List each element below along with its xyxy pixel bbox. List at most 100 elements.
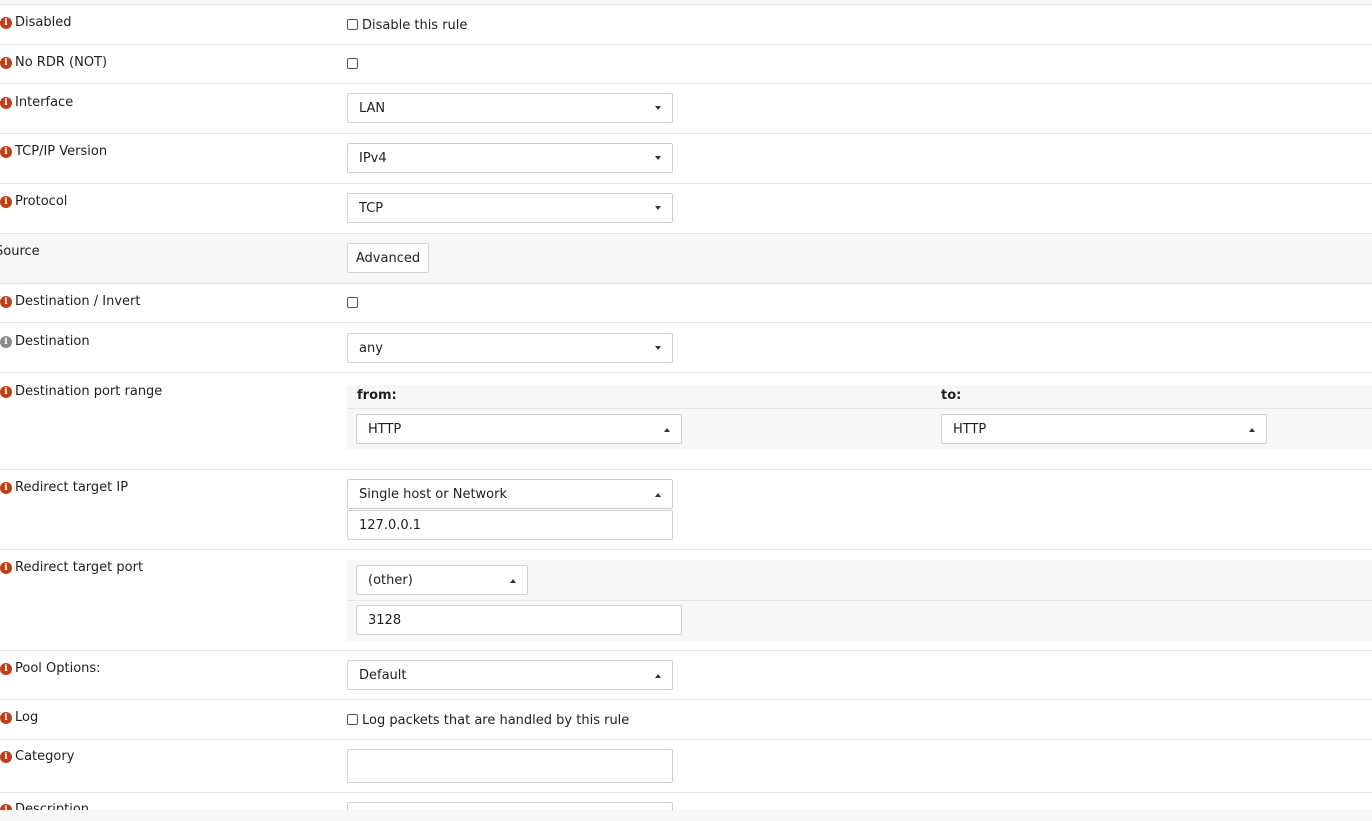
label-text: Interface xyxy=(15,95,74,110)
port-from-label: from: xyxy=(357,388,397,403)
chevron-up-icon xyxy=(664,428,670,432)
row-log: i Log Log packets that are handled by th… xyxy=(0,700,1372,740)
label-no-rdr: i No RDR (NOT) xyxy=(0,55,107,70)
row-protocol: i Protocol TCP xyxy=(0,184,1372,234)
disable-rule-checkbox[interactable] xyxy=(347,19,358,30)
info-icon[interactable]: i xyxy=(0,481,12,494)
row-redirect-target-ip: i Redirect target IP Single host or Netw… xyxy=(0,470,1372,550)
label-text: No RDR (NOT) xyxy=(15,55,108,70)
info-icon[interactable]: i xyxy=(0,385,12,398)
redirect-port-type-select[interactable]: (other) xyxy=(356,565,528,595)
info-icon[interactable]: i xyxy=(0,561,12,574)
label-disabled: i Disabled xyxy=(0,15,71,30)
info-icon[interactable]: i xyxy=(0,96,12,109)
chevron-up-icon xyxy=(510,579,516,583)
info-icon[interactable]: i xyxy=(0,295,12,308)
chevron-up-icon xyxy=(655,674,661,678)
pool-options-select[interactable]: Default xyxy=(347,660,673,690)
row-pool-options: i Pool Options: Default xyxy=(0,651,1372,700)
label-text: Disabled xyxy=(15,15,72,30)
row-description: i Description xyxy=(0,793,1372,810)
row-interface: i Interface LAN xyxy=(0,84,1372,134)
info-icon[interactable]: i xyxy=(0,750,12,763)
select-value: TCP xyxy=(359,200,384,216)
info-icon[interactable]: i xyxy=(0,803,12,810)
button-label: Advanced xyxy=(355,250,421,266)
info-icon[interactable]: i xyxy=(0,145,12,158)
log-checkbox[interactable] xyxy=(347,714,358,725)
label-redirect-target-ip: i Redirect target IP xyxy=(0,480,128,495)
input-value: 3128 xyxy=(368,612,402,628)
select-value: LAN xyxy=(359,100,386,116)
info-icon[interactable]: i xyxy=(0,711,12,724)
label-protocol: i Protocol xyxy=(0,194,67,209)
info-icon[interactable]: i xyxy=(0,195,12,208)
chevron-down-icon xyxy=(655,206,661,210)
label-pool-options: i Pool Options: xyxy=(0,661,101,676)
label-text: Description xyxy=(15,802,90,810)
row-destination-invert: i Destination / Invert xyxy=(0,284,1372,323)
select-value: HTTP xyxy=(953,421,987,437)
disable-rule-label: Disable this rule xyxy=(362,18,468,33)
row-redirect-target-port: i Redirect target port (other) 3128 xyxy=(0,550,1372,651)
label-text: Protocol xyxy=(15,194,68,209)
label-text: Destination / Invert xyxy=(15,294,141,309)
select-value: Single host or Network xyxy=(359,486,508,502)
chevron-down-icon xyxy=(655,106,661,110)
label-log: i Log xyxy=(0,710,38,725)
source-advanced-button[interactable]: Advanced xyxy=(347,243,429,273)
chevron-up-icon xyxy=(1249,428,1255,432)
label-text: Redirect target IP xyxy=(15,480,129,495)
info-icon[interactable]: i xyxy=(0,16,12,29)
input-value: 127.0.0.1 xyxy=(359,517,422,533)
select-value: IPv4 xyxy=(359,150,387,166)
label-text: Redirect target port xyxy=(15,560,144,575)
info-icon[interactable]: i xyxy=(0,662,12,675)
tcpip-version-select[interactable]: IPv4 xyxy=(347,143,673,173)
label-text: Destination port range xyxy=(15,384,163,399)
label-text: TCP/IP Version xyxy=(15,144,108,159)
redirect-ip-input[interactable]: 127.0.0.1 xyxy=(347,510,673,540)
row-category: i Category xyxy=(0,740,1372,793)
label-text: Pool Options: xyxy=(15,661,101,676)
chevron-down-icon xyxy=(655,346,661,350)
chevron-down-icon xyxy=(655,156,661,160)
no-rdr-checkbox[interactable] xyxy=(347,58,358,69)
destination-select[interactable]: any xyxy=(347,333,673,363)
row-destination-port-range: i Destination port range from: to: HTTP … xyxy=(0,373,1372,470)
row-tcpip-version: i TCP/IP Version IPv4 xyxy=(0,134,1372,184)
info-icon[interactable]: i xyxy=(0,56,12,69)
interface-select[interactable]: LAN xyxy=(347,93,673,123)
select-value: HTTP xyxy=(368,421,402,437)
port-to-label: to: xyxy=(941,388,962,403)
row-source: Source Advanced xyxy=(0,234,1372,284)
info-icon[interactable]: i xyxy=(0,335,12,348)
redirect-port-input[interactable]: 3128 xyxy=(356,605,682,635)
select-value: any xyxy=(359,340,383,356)
redirect-port-divider xyxy=(347,600,1372,601)
port-from-select[interactable]: HTTP xyxy=(356,414,682,444)
label-text: Source xyxy=(0,244,40,259)
label-destination-invert: i Destination / Invert xyxy=(0,294,140,309)
log-checkbox-label: Log packets that are handled by this rul… xyxy=(362,713,630,728)
label-interface: i Interface xyxy=(0,95,73,110)
row-disabled: i Disabled Disable this rule xyxy=(0,4,1372,45)
protocol-select[interactable]: TCP xyxy=(347,193,673,223)
label-destination: i Destination xyxy=(0,334,90,349)
label-text: Destination xyxy=(15,334,90,349)
destination-invert-checkbox[interactable] xyxy=(347,297,358,308)
label-destination-port-range: i Destination port range xyxy=(0,384,162,399)
label-text: Log xyxy=(15,710,39,725)
chevron-up-icon xyxy=(655,493,661,497)
label-redirect-target-port: i Redirect target port xyxy=(0,560,143,575)
label-source: Source xyxy=(0,244,40,259)
port-range-header xyxy=(347,385,1372,409)
port-to-select[interactable]: HTTP xyxy=(941,414,1267,444)
label-category: i Category xyxy=(0,749,74,764)
description-input[interactable] xyxy=(347,802,673,810)
select-value: (other) xyxy=(368,572,413,588)
select-value: Default xyxy=(359,667,407,683)
category-input[interactable] xyxy=(347,749,673,783)
redirect-ip-type-select[interactable]: Single host or Network xyxy=(347,479,673,509)
label-tcpip: i TCP/IP Version xyxy=(0,144,107,159)
